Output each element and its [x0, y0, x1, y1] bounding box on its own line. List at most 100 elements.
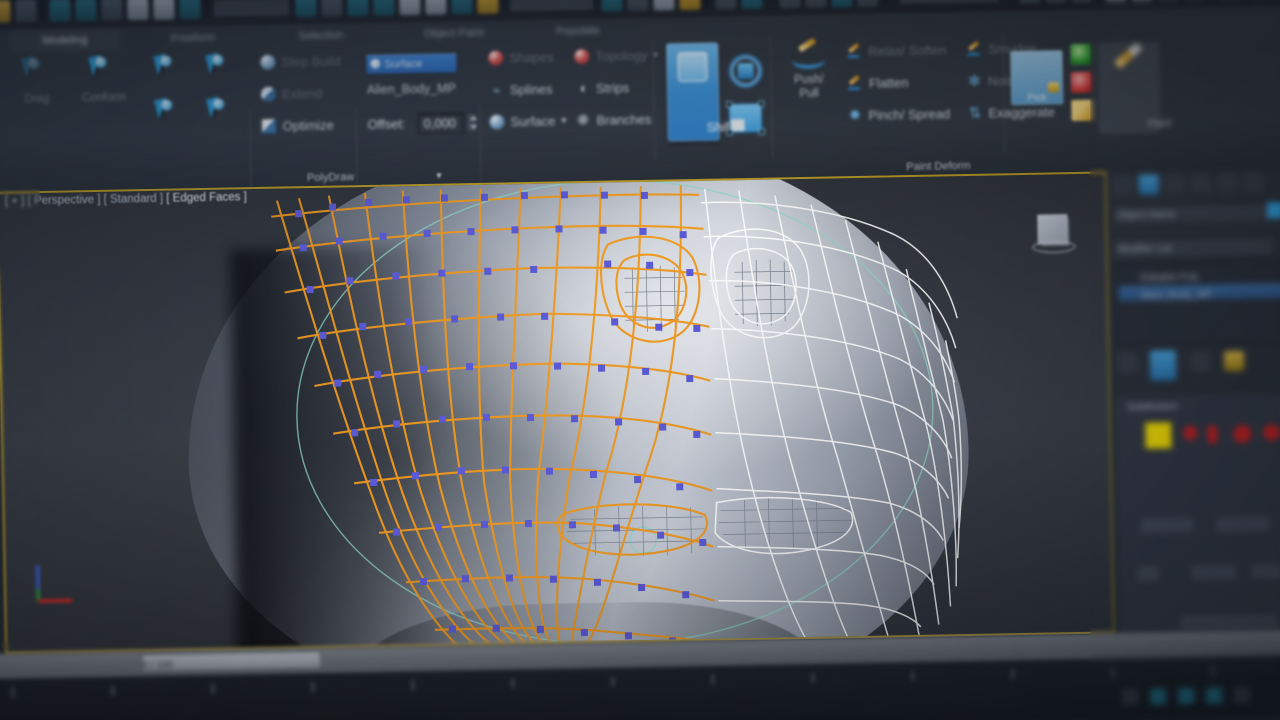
status-icon-next-frame[interactable] [1234, 687, 1250, 703]
paint-button[interactable]: Paint [1098, 42, 1160, 133]
toolbar-icon-align[interactable] [425, 0, 446, 15]
chevron-down-icon[interactable]: ▾ [436, 171, 441, 182]
status-icon-key-filters[interactable] [1178, 688, 1194, 704]
polydraw-extend[interactable]: Extend [261, 86, 323, 102]
toolbar-icon-rotate[interactable] [153, 0, 174, 20]
polydraw-splines[interactable]: ⌁ Splines [489, 82, 553, 98]
paint-deform-pinch-spread[interactable]: ✸ Pinch/ Spread [847, 106, 950, 123]
toolbar-icon-render-setup[interactable] [627, 0, 648, 11]
polydraw-tool-conform[interactable]: Conform [68, 53, 139, 105]
toolbar-icon-maximize-viewport[interactable] [1105, 0, 1126, 2]
cp-tab-hierarchy[interactable] [1165, 174, 1185, 194]
toolbar-icon-scene-explorer[interactable] [715, 0, 736, 10]
cp-tab-display[interactable] [1217, 173, 1237, 193]
polydraw-strips[interactable]: ◖ Strips [575, 80, 630, 96]
toolbar-icon-cameras[interactable] [831, 0, 852, 7]
polydraw-surface[interactable]: Surface ▾ [489, 113, 566, 129]
rollout-button-a[interactable] [1141, 518, 1193, 533]
toolbar-icon-zoom[interactable] [1019, 0, 1040, 4]
paint-deform-relax-soften[interactable]: Relax/ Soften [846, 42, 946, 59]
list-item[interactable]: Alien_Body_MP [1119, 283, 1280, 301]
rollout-button-d[interactable] [1192, 565, 1236, 580]
toolbar-icon-helpers[interactable] [779, 0, 800, 8]
time-slider[interactable]: 0 / 100 [141, 651, 321, 672]
toolbar-icon-orbit[interactable] [1071, 0, 1092, 3]
polydraw-tool-drag[interactable]: Drag [10, 55, 63, 107]
toolbar-search-box[interactable] [899, 0, 999, 4]
paint-deform-push-pull[interactable]: Push/ Pull [780, 40, 837, 101]
paint-deform-flatten[interactable]: Flatten [847, 75, 909, 91]
stack-icon-remove-modifier[interactable] [1224, 351, 1244, 371]
stack-icon-pin[interactable] [1118, 353, 1138, 373]
rollout-button-f[interactable] [1181, 614, 1277, 630]
perspective-viewport[interactable]: [ + ] [ Perspective ] [ Standard ] [ Edg… [0, 171, 1115, 653]
delete-icon[interactable] [1071, 72, 1092, 93]
object-name-field[interactable]: Object Name [1113, 202, 1273, 223]
toolbar-icon-undo[interactable] [0, 0, 11, 22]
stack-icon-show-result[interactable] [1150, 350, 1177, 380]
modifier-stack-list[interactable]: Editable Poly Alien_Body_MP [1114, 260, 1280, 345]
cp-tab-utilities[interactable] [1243, 173, 1263, 193]
toolbar-icon-percent-snap[interactable] [373, 0, 394, 16]
status-icon-auto-key[interactable] [1122, 689, 1138, 705]
cp-tab-modify[interactable] [1139, 174, 1159, 194]
selection-mode-icon[interactable] [729, 104, 762, 133]
toolbar-icon-render-frame[interactable] [653, 0, 674, 11]
draw-on-surface-button[interactable]: Surface [366, 53, 456, 74]
constrain-to-icon[interactable] [728, 54, 763, 89]
reference-coordinate-select[interactable] [213, 0, 289, 17]
toolbar-icon-move[interactable] [127, 0, 148, 20]
toolbar-icon-scale[interactable] [179, 0, 200, 19]
tab-populate[interactable]: Populate [528, 19, 628, 43]
modifier-list-dropdown[interactable]: Modifier List [1114, 236, 1274, 257]
edit-icon[interactable] [1071, 100, 1092, 121]
toolbar-icon-select-region[interactable] [75, 0, 96, 21]
toolbar-icon-angle-snap[interactable] [347, 0, 368, 16]
shift-toggle-button[interactable]: Shift [666, 43, 720, 142]
cp-tab-motion[interactable] [1191, 174, 1211, 194]
offset-spinner[interactable] [465, 112, 477, 133]
toolbar-icon-lights[interactable] [805, 0, 826, 8]
toolbar-icon-space-warps[interactable] [857, 0, 878, 7]
view-cube-compass-ring[interactable] [1032, 240, 1076, 254]
subobject-color-swatch[interactable] [1145, 422, 1171, 448]
view-cube[interactable] [1031, 214, 1076, 267]
polydraw-tool-extend[interactable] [146, 52, 191, 90]
toolbar-icon-safe-frames[interactable] [1157, 0, 1178, 1]
toolbar-icon-curve-editor[interactable] [477, 0, 498, 14]
rollout-button-b[interactable] [1217, 517, 1269, 532]
toolbar-icon-material-editor[interactable] [601, 0, 622, 12]
chevron-down-icon[interactable]: ▾ [653, 50, 658, 61]
polydraw-topology[interactable]: Topology ▾ [574, 48, 658, 65]
toolbar-icon-mirror[interactable] [399, 0, 420, 15]
cp-tab-create[interactable] [1113, 175, 1133, 195]
polydraw-branches[interactable]: ❋ Branches [575, 112, 651, 128]
toolbar-icon-schematic-view[interactable] [741, 0, 762, 9]
toolbar-icon-select-name[interactable] [101, 0, 122, 21]
toolbar-icon-pan[interactable] [1045, 0, 1066, 4]
offset-input[interactable]: 0,000 [417, 112, 463, 134]
toolbar-icon-viewport-layout[interactable] [1131, 0, 1152, 2]
list-item[interactable]: Editable Poly [1118, 265, 1280, 283]
toolbar-icon-grid[interactable] [1183, 0, 1204, 1]
toolbar-icon-render-production[interactable] [679, 0, 700, 10]
polydraw-tool-smooth[interactable] [199, 95, 244, 133]
toolbar-icon-select-object[interactable] [49, 0, 70, 22]
rollout-button-c[interactable] [1138, 567, 1158, 581]
toolbar-icon-snap[interactable] [321, 0, 342, 17]
polydraw-tool-shift2[interactable] [147, 96, 192, 134]
polydraw-tool-optimize2[interactable] [198, 51, 243, 89]
toolbar-combo[interactable] [509, 0, 593, 11]
toolbar-icon-redo[interactable] [15, 0, 36, 22]
rollout-button-e[interactable] [1252, 564, 1280, 579]
enable-icon[interactable] [1070, 44, 1091, 65]
status-icon-play[interactable] [1206, 687, 1222, 703]
subobject-edge-icon[interactable] [1207, 425, 1217, 443]
status-icon-set-key[interactable] [1150, 688, 1166, 704]
polydraw-shapes[interactable]: Shapes [488, 50, 553, 66]
chevron-down-icon[interactable]: ▾ [561, 115, 566, 126]
object-color-swatch[interactable] [1267, 202, 1280, 218]
toolbar-icon-pivot[interactable] [295, 0, 316, 17]
stack-icon-make-unique[interactable] [1190, 352, 1210, 372]
polydraw-step-build[interactable]: Step Build [260, 53, 341, 69]
